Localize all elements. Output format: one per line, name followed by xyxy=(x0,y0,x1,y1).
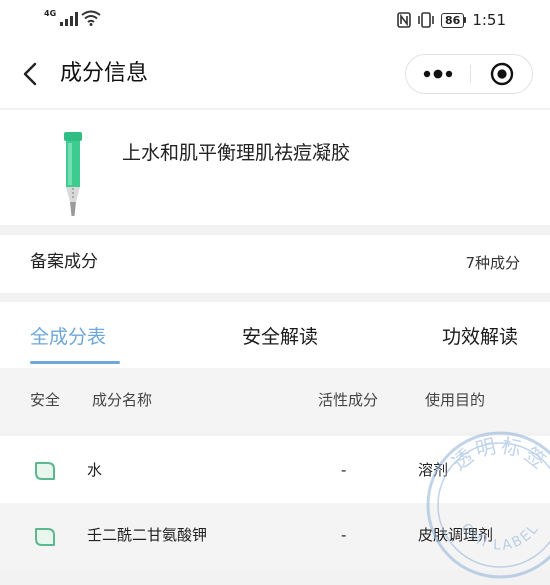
target-close-icon xyxy=(490,62,514,86)
table-header: 安全 成分名称 活性成分 使用目的 xyxy=(0,368,550,432)
ingredient-name: 水 xyxy=(87,461,103,479)
header-purpose: 使用目的 xyxy=(425,391,486,409)
safe-leaf-icon xyxy=(35,462,55,480)
network-type: 4G xyxy=(44,9,57,18)
status-bar: 4G 86 1:51 xyxy=(0,0,550,40)
ingredient-purpose: 皮肤调理剂 xyxy=(418,526,494,544)
battery-tip xyxy=(464,17,467,23)
table-row[interactable]: 水 - 溶剂 xyxy=(0,436,550,503)
miniprogram-capsule xyxy=(405,54,533,94)
more-button[interactable] xyxy=(406,55,470,93)
nav-bar: 成分信息 xyxy=(0,40,550,108)
status-left: 4G xyxy=(44,10,101,26)
nfc-icon xyxy=(397,12,411,28)
ingredient-count: 7种成分 xyxy=(465,254,520,272)
battery-indicator: 86 xyxy=(441,12,467,28)
tab-safety-analysis[interactable]: 安全解读 xyxy=(242,324,318,350)
wifi-icon xyxy=(81,10,101,26)
active-flag: - xyxy=(341,461,347,479)
product-card: 上水和肌平衡理肌祛痘凝胶 xyxy=(0,110,550,225)
signal-icon xyxy=(60,12,79,26)
header-name: 成分名称 xyxy=(92,391,153,409)
status-right: 86 1:51 xyxy=(397,11,506,29)
header-safety: 安全 xyxy=(30,391,61,409)
safe-leaf-icon xyxy=(35,528,55,546)
tab-full-ingredients[interactable]: 全成分表 xyxy=(30,324,106,350)
record-label: 备案成分 xyxy=(30,252,98,272)
more-dots-icon xyxy=(423,69,453,79)
header-active: 活性成分 xyxy=(318,391,379,409)
ingredient-name: 壬二酰二甘氨酸钾 xyxy=(87,526,208,544)
active-flag: - xyxy=(341,526,347,544)
page-title: 成分信息 xyxy=(60,61,149,86)
product-image xyxy=(64,132,82,216)
ingredient-purpose: 溶剂 xyxy=(418,461,449,479)
record-summary-row[interactable]: 备案成分 7种成分 xyxy=(0,235,550,293)
back-button[interactable] xyxy=(12,56,48,92)
clock: 1:51 xyxy=(472,11,506,29)
chevron-left-icon xyxy=(23,62,37,86)
tab-efficacy-analysis[interactable]: 功效解读 xyxy=(442,324,518,350)
active-tab-indicator xyxy=(30,361,120,364)
product-name: 上水和肌平衡理肌祛痘凝胶 xyxy=(122,142,351,164)
battery-level: 86 xyxy=(441,12,465,28)
vibrate-icon xyxy=(418,12,434,28)
close-miniprogram-button[interactable] xyxy=(471,55,533,93)
tab-bar: 全成分表 安全解读 功效解读 xyxy=(0,302,550,368)
table-row[interactable]: 壬二酰二甘氨酸钾 - 皮肤调理剂 xyxy=(0,503,550,570)
